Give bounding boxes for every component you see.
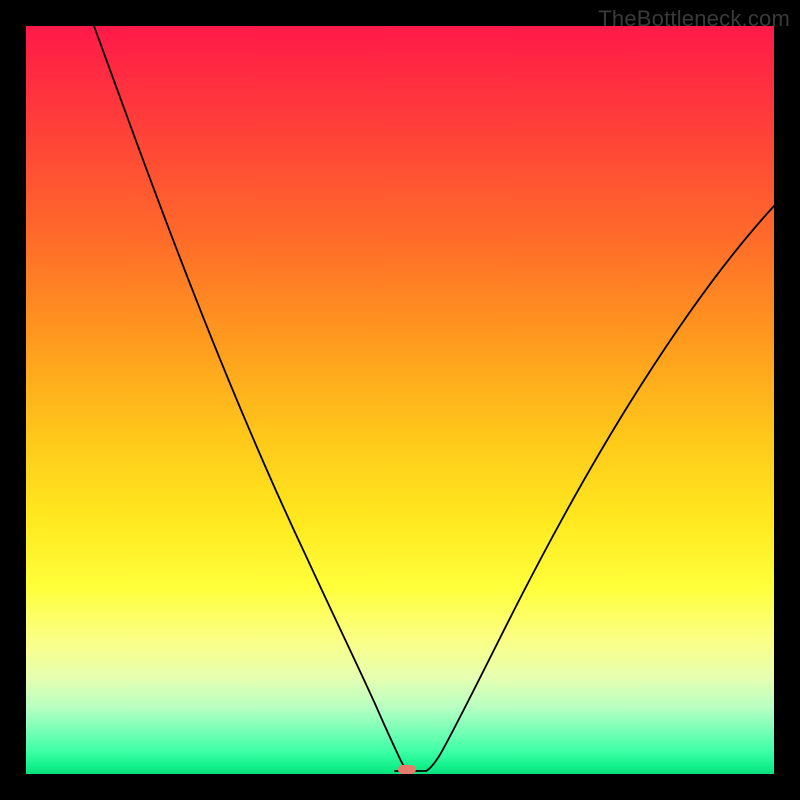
curve-right-branch xyxy=(395,206,774,771)
chart-stage: TheBottleneck.com xyxy=(0,0,800,800)
chart-plot-area xyxy=(26,26,774,774)
minimum-marker xyxy=(398,765,416,774)
chart-svg xyxy=(26,26,774,774)
watermark-text: TheBottleneck.com xyxy=(598,6,790,32)
curve-left-branch xyxy=(94,26,409,772)
